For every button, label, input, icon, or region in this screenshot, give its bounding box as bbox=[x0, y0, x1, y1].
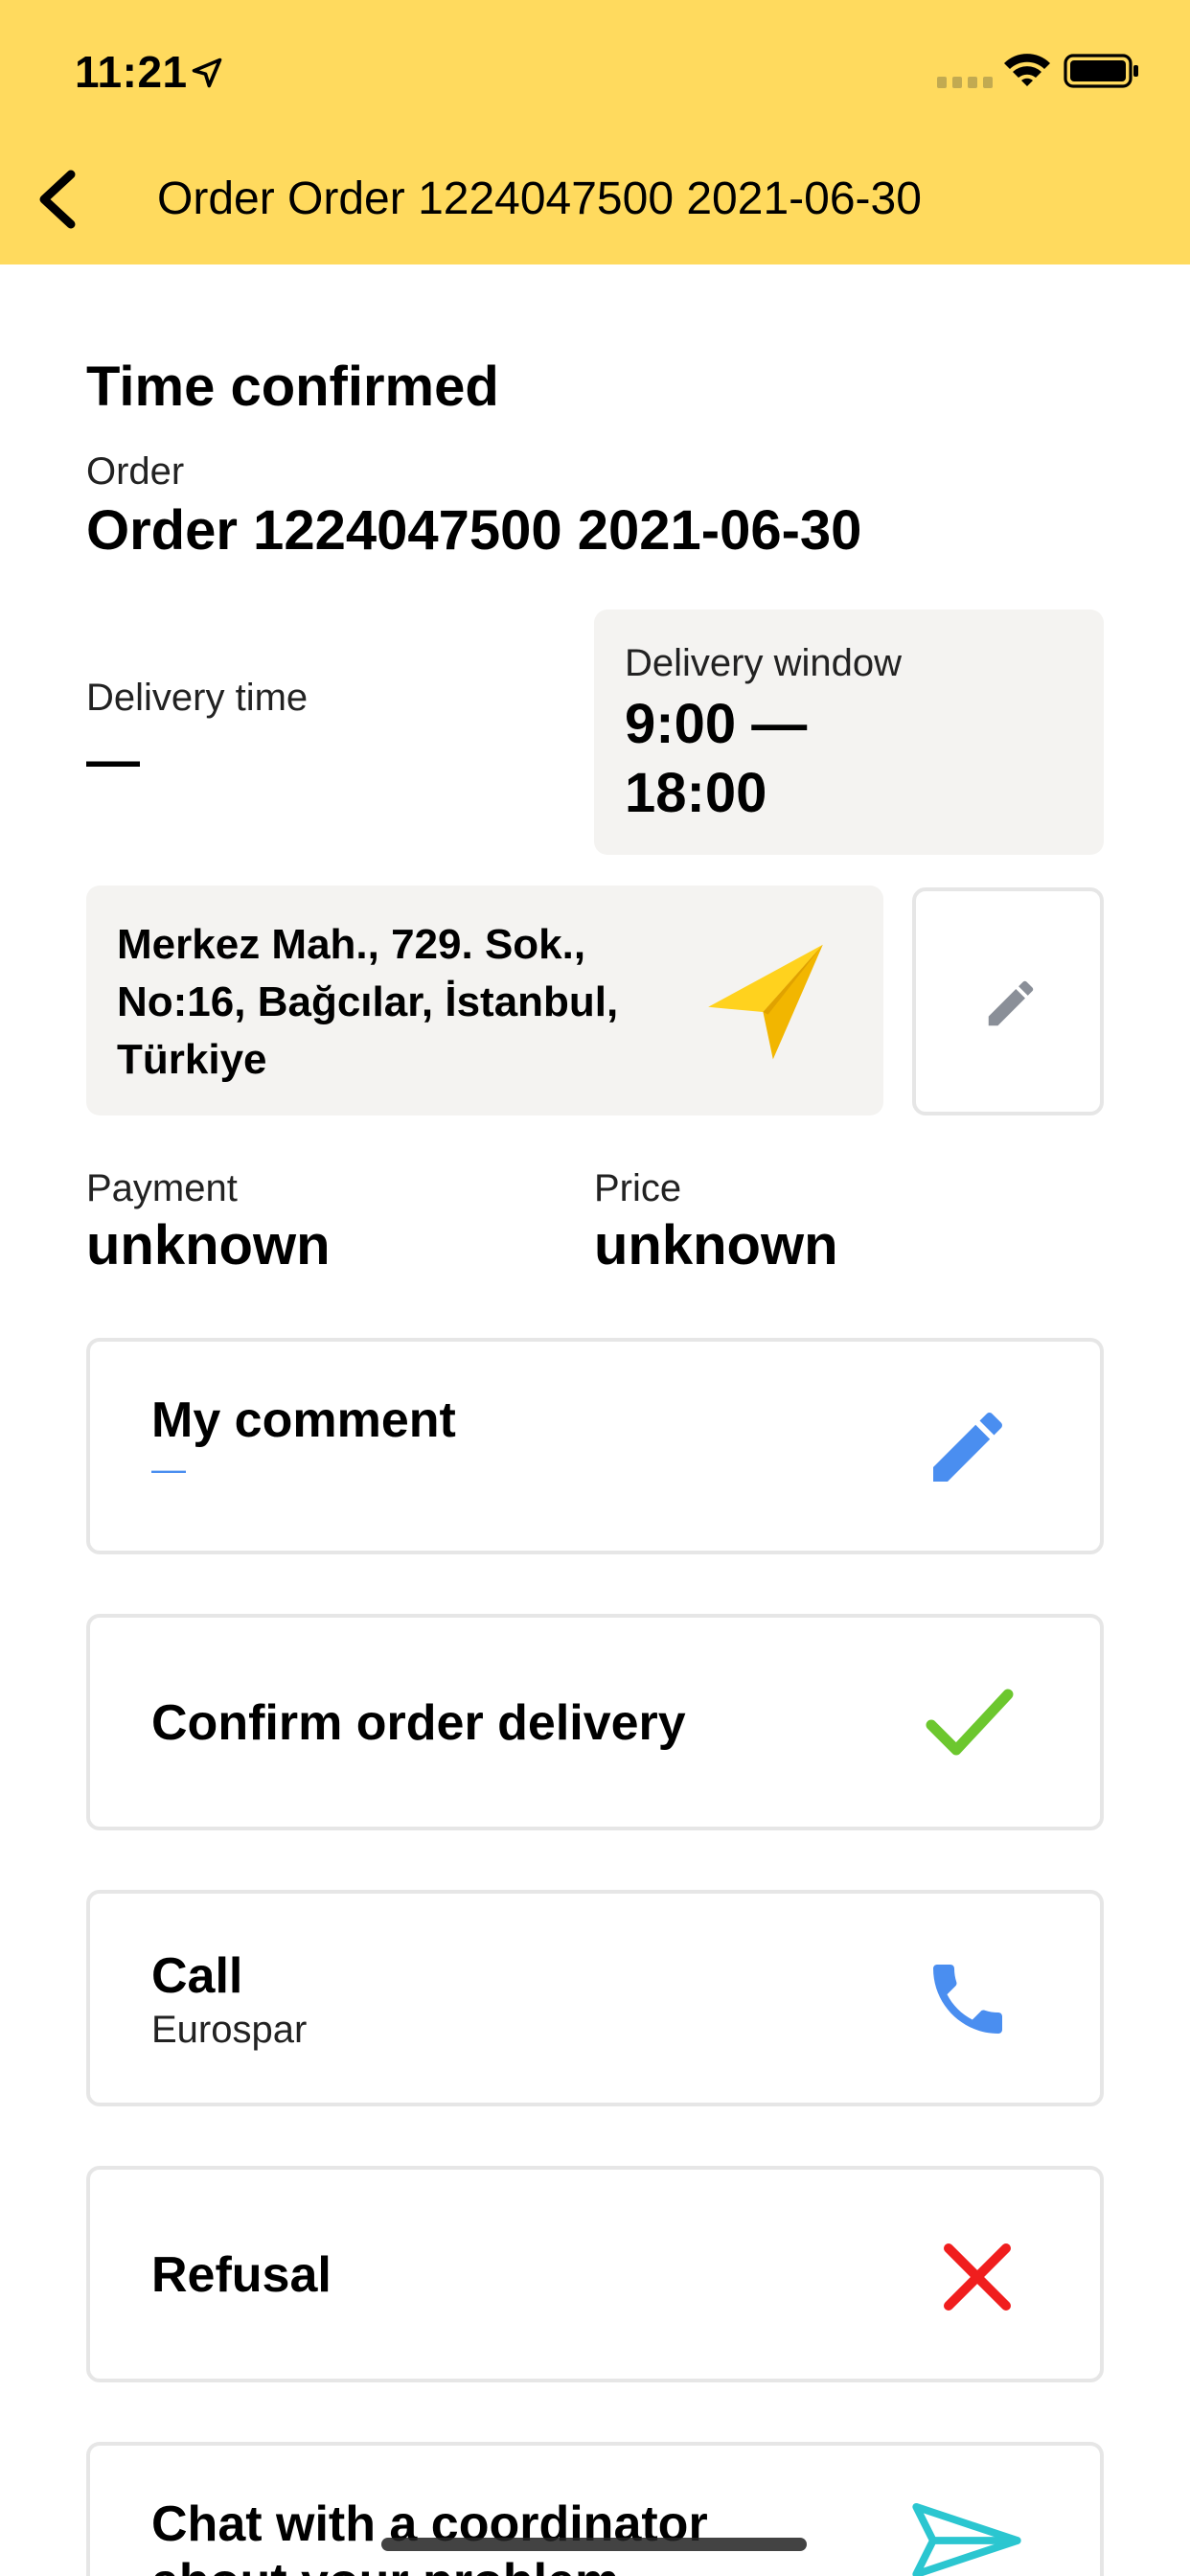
call-contact: Eurospar bbox=[151, 2009, 308, 2051]
chat-coordinator-card[interactable]: Chat with a coordinator about your probl… bbox=[86, 2442, 1104, 2576]
nav-title: Order Order 1224047500 2021-06-30 bbox=[157, 173, 922, 224]
my-comment-title: My comment bbox=[151, 1392, 456, 1448]
price-label: Price bbox=[594, 1167, 682, 1209]
edit-address-button[interactable] bbox=[912, 887, 1104, 1116]
phone-icon bbox=[933, 1965, 1002, 2034]
cellular-signal-icon bbox=[937, 77, 993, 88]
refusal-title: Refusal bbox=[151, 2247, 332, 2303]
home-indicator bbox=[381, 2538, 807, 2551]
navigator-arrow-icon bbox=[708, 944, 823, 1060]
order-status: Time confirmed bbox=[86, 356, 499, 418]
call-card[interactable]: Call Eurospar bbox=[86, 1890, 1104, 2106]
pencil-icon bbox=[988, 980, 1034, 1026]
close-x-icon bbox=[944, 2243, 1011, 2311]
status-time: 11:21 bbox=[75, 47, 188, 97]
order-label: Order bbox=[86, 450, 185, 493]
refusal-card[interactable]: Refusal bbox=[86, 2166, 1104, 2382]
confirm-delivery-card[interactable]: Confirm order delivery bbox=[86, 1614, 1104, 1830]
my-comment-value: — bbox=[151, 1449, 186, 1488]
delivery-window-value: 9:00 — 18:00 bbox=[625, 693, 808, 824]
battery-icon bbox=[1064, 54, 1138, 88]
payment-label: Payment bbox=[86, 1167, 238, 1209]
delivery-time-value: — bbox=[86, 729, 140, 790]
delivery-time-label: Delivery time bbox=[86, 677, 309, 719]
chat-coordinator-title: Chat with a coordinator about your probl… bbox=[151, 2496, 708, 2576]
send-icon bbox=[912, 2502, 1021, 2576]
address-text: Merkez Mah., 729. Sok., No:16, Bağcılar,… bbox=[117, 921, 619, 1083]
delivery-window-box: Delivery window 9:00 — 18:00 bbox=[594, 610, 1104, 855]
app-header: 11:21 Order Order 1224047500 2021-06-30 bbox=[0, 0, 1190, 264]
my-comment-card[interactable]: My comment — bbox=[86, 1338, 1104, 1554]
call-title: Call bbox=[151, 1948, 243, 2004]
wifi-icon bbox=[1004, 54, 1050, 86]
checkmark-icon bbox=[926, 1689, 1014, 1756]
delivery-window-label: Delivery window bbox=[625, 642, 902, 684]
address-navigate-button[interactable]: Merkez Mah., 729. Sok., No:16, Bağcılar,… bbox=[86, 886, 883, 1116]
confirm-delivery-title: Confirm order delivery bbox=[151, 1695, 686, 1751]
order-value: Order 1224047500 2021-06-30 bbox=[86, 499, 862, 562]
pencil-icon bbox=[933, 1413, 1002, 1482]
back-chevron-icon[interactable] bbox=[34, 169, 80, 230]
price-value: unknown bbox=[594, 1214, 838, 1276]
payment-value: unknown bbox=[86, 1214, 331, 1276]
location-arrow-icon bbox=[192, 58, 222, 88]
